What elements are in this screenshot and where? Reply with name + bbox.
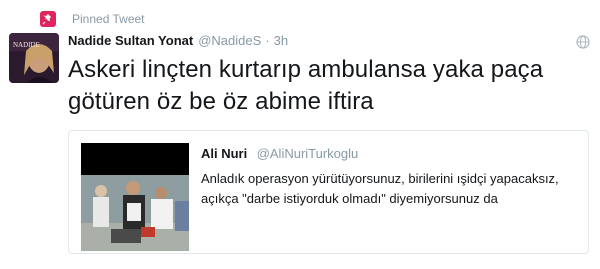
tweet-text: Askeri linçten kurtarıp ambulansa yaka p… xyxy=(68,56,544,115)
svg-text:NADIDE: NADIDE xyxy=(13,41,40,49)
quoted-author-fullname[interactable]: Ali Nuri xyxy=(201,146,247,161)
quoted-tweet-image[interactable] xyxy=(81,143,189,251)
author-fullname[interactable]: Nadide Sultan Yonat xyxy=(68,33,193,48)
author-username[interactable]: @NadideS xyxy=(198,33,261,48)
globe-icon[interactable] xyxy=(576,35,590,49)
tweet-timestamp[interactable]: 3h xyxy=(274,33,288,48)
pinned-tweet-indicator: Pinned Tweet xyxy=(40,10,145,28)
quoted-tweet-text: Anladık operasyon yürütüyorsunuz, birile… xyxy=(201,171,559,206)
quoted-author-username[interactable]: @AliNuriTurkoglu xyxy=(257,146,359,161)
quoted-tweet-header: Ali Nuri @AliNuriTurkoglu xyxy=(201,145,358,163)
avatar[interactable]: NADIDE xyxy=(9,33,59,83)
pinned-label: Pinned Tweet xyxy=(72,12,145,26)
tweet-header: Nadide Sultan Yonat @NadideS · 3h xyxy=(68,33,288,51)
separator-dot: · xyxy=(265,33,270,48)
quoted-tweet-card[interactable]: Ali Nuri @AliNuriTurkoglu Anladık operas… xyxy=(68,130,589,254)
pin-icon xyxy=(40,11,56,27)
